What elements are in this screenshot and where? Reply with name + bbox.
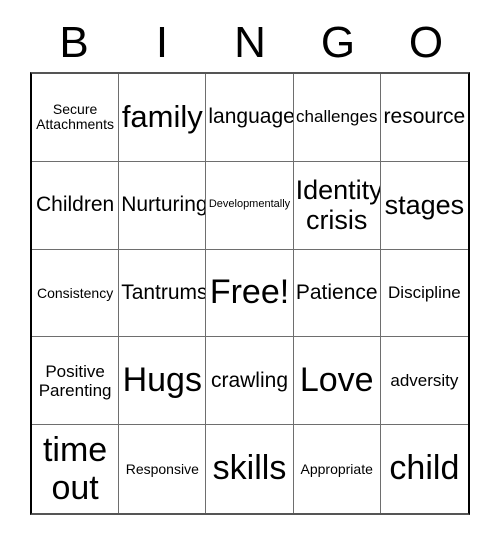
bingo-free-space-label: Free! bbox=[209, 273, 290, 312]
bingo-cell-label: child bbox=[389, 449, 460, 488]
bingo-cell[interactable]: stages bbox=[380, 161, 468, 250]
bingo-cell-label: challenges bbox=[296, 107, 378, 127]
bingo-cell[interactable]: child bbox=[380, 425, 468, 513]
bingo-cell-label: Hugs bbox=[122, 360, 202, 399]
bingo-cell[interactable]: time out bbox=[32, 425, 120, 513]
bingo-cell[interactable]: Children bbox=[32, 161, 120, 250]
bingo-cell[interactable]: family bbox=[119, 74, 207, 162]
bingo-cell-label: language bbox=[208, 105, 294, 129]
bingo-cell-label: Consistency bbox=[36, 284, 114, 301]
bingo-header-letter-g: G bbox=[320, 18, 356, 67]
bingo-header-row: B I N G O bbox=[30, 14, 470, 72]
bingo-header-letter-b: B bbox=[59, 18, 89, 67]
bingo-free-space-cell[interactable]: Free! bbox=[206, 249, 294, 338]
bingo-cell-label: Discipline bbox=[388, 283, 461, 303]
bingo-header-letter-n: N bbox=[234, 18, 266, 67]
bingo-cell-label: resource bbox=[383, 105, 466, 129]
bingo-cell-label: time out bbox=[42, 431, 108, 508]
bingo-cell-label: Patience bbox=[295, 280, 378, 304]
bingo-cell-label: Secure Attachments bbox=[36, 100, 114, 133]
bingo-cell-label: stages bbox=[384, 190, 465, 221]
bingo-header-letter-o: O bbox=[408, 18, 444, 67]
bingo-cell-label: Love bbox=[299, 360, 374, 399]
bingo-cell[interactable]: Love bbox=[293, 337, 381, 426]
bingo-cell-label: Tantrums bbox=[121, 280, 207, 304]
bingo-cell[interactable]: Positive Parenting bbox=[32, 337, 120, 426]
bingo-cell[interactable]: Tantrums bbox=[119, 249, 207, 338]
bingo-cell[interactable]: Discipline bbox=[380, 249, 468, 338]
bingo-cell[interactable]: Appropriate bbox=[293, 425, 381, 513]
bingo-cell[interactable]: Responsive bbox=[119, 425, 207, 513]
bingo-cell-label: skills bbox=[212, 449, 287, 488]
bingo-cell[interactable]: resource bbox=[380, 74, 468, 162]
bingo-cell[interactable]: Hugs bbox=[119, 337, 207, 426]
bingo-cell[interactable]: Developmentally bbox=[206, 161, 294, 250]
bingo-card: B I N G O Secure Attachments family lang… bbox=[0, 0, 500, 544]
bingo-grid: Secure Attachments family language chall… bbox=[30, 72, 470, 515]
bingo-cell-label: Identity crisis bbox=[295, 174, 381, 236]
bingo-cell[interactable]: Consistency bbox=[32, 249, 120, 338]
bingo-cell[interactable]: language bbox=[206, 74, 294, 162]
bingo-cell-label: Responsive bbox=[125, 460, 199, 477]
bingo-cell[interactable]: adversity bbox=[380, 337, 468, 426]
bingo-cell[interactable]: Secure Attachments bbox=[32, 74, 120, 162]
bingo-cell[interactable]: crawling bbox=[206, 337, 294, 426]
bingo-cell-label: adversity bbox=[390, 370, 459, 390]
bingo-cell-label: Nurturing bbox=[121, 193, 207, 217]
bingo-cell-label: Children bbox=[35, 193, 115, 217]
bingo-cell-label: Positive Parenting bbox=[38, 361, 112, 400]
bingo-cell[interactable]: Nurturing bbox=[119, 161, 207, 250]
bingo-cell-label: Developmentally bbox=[208, 198, 291, 211]
bingo-cell-label: Appropriate bbox=[300, 460, 373, 477]
bingo-cell[interactable]: Patience bbox=[293, 249, 381, 338]
bingo-cell-label: crawling bbox=[210, 368, 288, 392]
bingo-header-letter-i: I bbox=[155, 18, 169, 67]
bingo-cell[interactable]: challenges bbox=[293, 74, 381, 162]
bingo-cell-label: family bbox=[121, 99, 203, 135]
bingo-cell[interactable]: Identity crisis bbox=[293, 161, 381, 250]
bingo-cell[interactable]: skills bbox=[206, 425, 294, 513]
